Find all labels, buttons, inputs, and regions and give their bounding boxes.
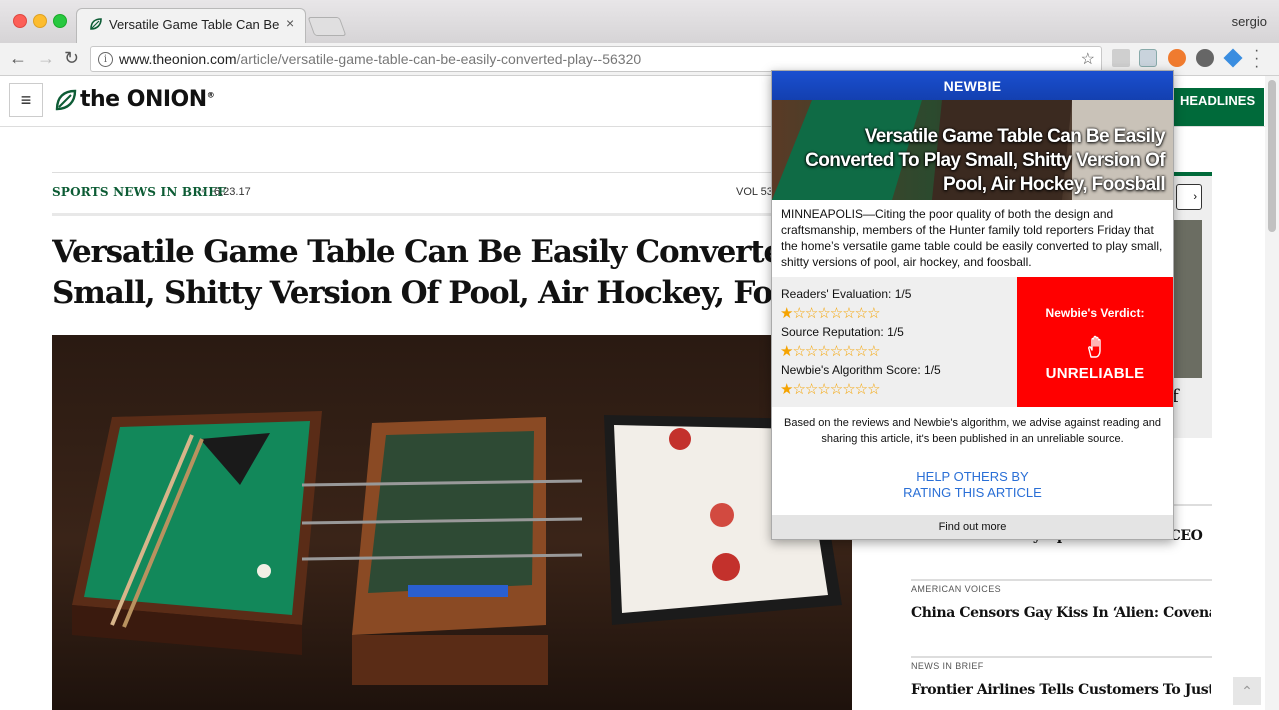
popup-advice-text: Based on the reviews and Newbie's algori…: [784, 417, 1161, 445]
extension-icon-4[interactable]: [1196, 49, 1214, 67]
article-hero-image: [52, 335, 852, 710]
volume-label: VOL 53: [736, 186, 773, 198]
meta-separator: •: [201, 184, 206, 198]
forward-arrow-icon[interactable]: →: [37, 48, 55, 69]
extension-icon-3[interactable]: [1168, 49, 1186, 67]
article-title-line-2: Small, Shitty Version Of Pool, Air Hocke…: [52, 275, 812, 311]
rate-article-line-1: HELP OTHERS BY: [916, 469, 1029, 484]
algorithm-score-label: Newbie's Algorithm Score: 1/5: [781, 363, 941, 377]
tab-close-icon[interactable]: ×: [286, 15, 294, 31]
source-reputation-stars: ★☆☆☆☆☆☆☆: [780, 343, 881, 360]
tab-title: Versatile Game Table Can Be E: [109, 17, 279, 32]
section-divider-top: [52, 172, 772, 173]
address-bar[interactable]: i www.theonion.com/article/versatile-gam…: [90, 46, 1102, 72]
find-out-more-button[interactable]: Find out more: [772, 515, 1173, 539]
headlines-button[interactable]: HEADLINES: [1170, 88, 1264, 126]
new-tab-button[interactable]: [307, 17, 347, 36]
url-host: www.theonion.com: [119, 51, 237, 67]
article-date: 6.23.17: [214, 186, 251, 198]
verdict-title: Newbie's Verdict:: [1045, 306, 1145, 320]
bookmark-star-icon[interactable]: ☆: [1081, 49, 1095, 69]
stop-hand-icon: [1088, 335, 1101, 358]
rate-article-link[interactable]: HELP OTHERS BY RATING THIS ARTICLE: [772, 469, 1173, 501]
onion-leaf-logo-icon: [55, 89, 77, 111]
sidebar-divider: [911, 579, 1212, 581]
newbie-extension-icon[interactable]: [1139, 49, 1157, 67]
logo-wordmark: the ONION: [80, 87, 207, 112]
page-scrollbar-thumb[interactable]: [1268, 80, 1276, 232]
back-arrow-icon[interactable]: ←: [9, 48, 27, 69]
readers-evaluation-stars[interactable]: ★☆☆☆☆☆☆☆: [780, 304, 881, 322]
algorithm-score-stars: ★☆☆☆☆☆☆☆: [780, 381, 881, 398]
url-text[interactable]: www.theonion.com/article/versatile-game-…: [119, 51, 641, 67]
verdict-panel: Newbie's Verdict: UNRELIABLE: [1017, 277, 1173, 407]
window-maximize-button[interactable]: [53, 14, 67, 28]
logo-text: the ONION®: [80, 87, 215, 112]
browser-menu-icon[interactable]: · · ·: [1254, 43, 1259, 75]
browser-titlebar: Versatile Game Table Can Be E × sergio: [0, 0, 1279, 44]
url-path: /article/versatile-game-table-can-be-eas…: [236, 51, 642, 67]
newbie-popup: NEWBIE Versatile Game Table Can Be Easil…: [771, 70, 1174, 540]
sidebar-divider: [911, 656, 1212, 658]
reload-icon[interactable]: ↻: [64, 48, 79, 69]
rate-article-line-2: RATING THIS ARTICLE: [903, 485, 1042, 500]
hamburger-menu-icon[interactable]: ≡: [9, 83, 43, 117]
extension-icon-1[interactable]: [1112, 49, 1130, 67]
sidebar-featured-image[interactable]: [1172, 220, 1202, 378]
sidebar-headline[interactable]: China Censors Gay Kiss In ‘Alien: Covena…: [911, 605, 1211, 621]
browser-tab-active[interactable]: Versatile Game Table Can Be E ×: [76, 8, 306, 43]
verdict-value: UNRELIABLE: [1045, 365, 1145, 382]
sidebar-headline[interactable]: Frontier Airlines Tells Customers To Jus…: [911, 682, 1211, 698]
popup-header: NEWBIE: [772, 71, 1173, 100]
popup-article-title: Versatile Game Table Can Be Easily Conve…: [805, 126, 1165, 195]
article-title: Versatile Game Table Can Be Easily Conve…: [52, 232, 812, 314]
extension-icon-5[interactable]: [1223, 48, 1243, 68]
sidebar-category[interactable]: AMERICAN VOICES: [911, 584, 1001, 594]
sidebar-next-button[interactable]: ›: [1176, 184, 1202, 210]
onion-leaf-icon: [90, 18, 102, 30]
popup-article-excerpt: MINNEAPOLIS—Citing the poor quality of b…: [781, 207, 1163, 269]
popup-scores-panel: Readers' Evaluation: 1/5 ★☆☆☆☆☆☆☆ Source…: [772, 277, 1017, 407]
info-icon[interactable]: i: [98, 52, 113, 67]
source-reputation-label: Source Reputation: 1/5: [781, 325, 904, 339]
profile-name[interactable]: sergio: [1232, 14, 1267, 29]
window-close-button[interactable]: [13, 14, 27, 28]
registered-mark: ®: [206, 90, 215, 100]
article-title-line-1: Versatile Game Table Can Be Easily Conve…: [52, 234, 812, 270]
sidebar-category[interactable]: NEWS IN BRIEF: [911, 661, 984, 671]
popup-article-image: Versatile Game Table Can Be Easily Conve…: [772, 100, 1173, 200]
section-divider-bottom: [52, 213, 772, 216]
window-minimize-button[interactable]: [33, 14, 47, 28]
scroll-to-top-button[interactable]: ⌃: [1233, 677, 1261, 705]
game-tables-illustration: [72, 411, 842, 685]
readers-evaluation-label: Readers' Evaluation: 1/5: [781, 287, 912, 301]
